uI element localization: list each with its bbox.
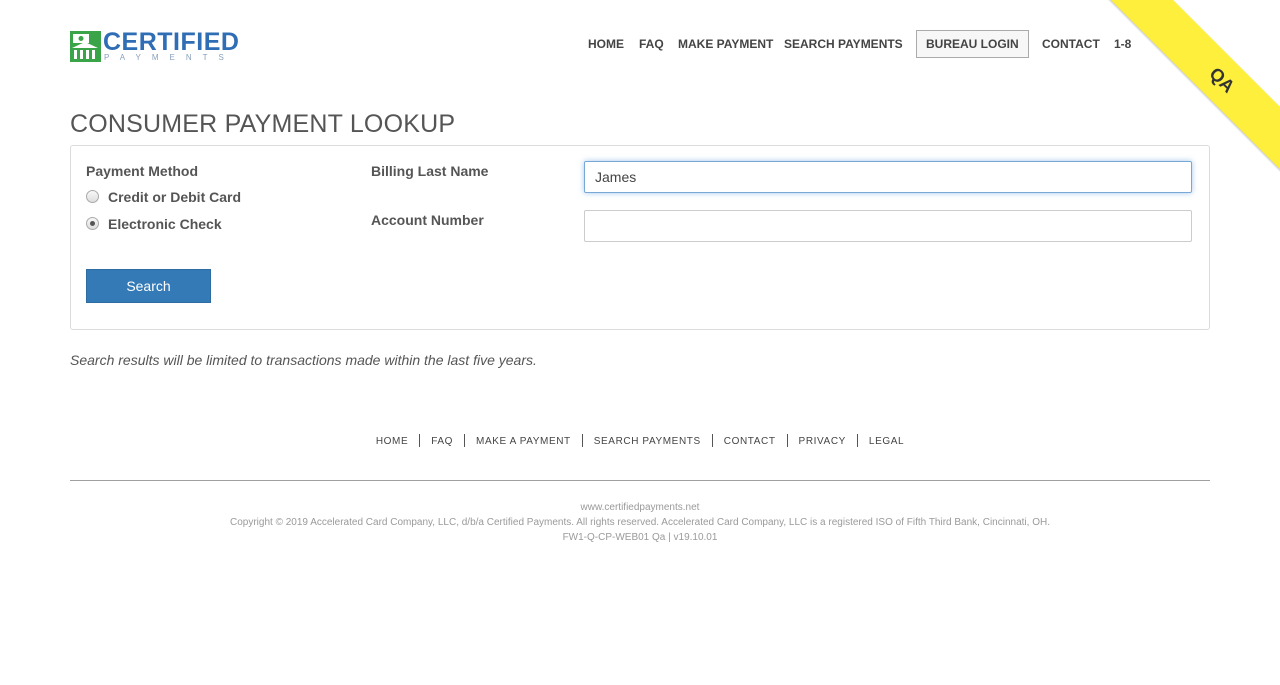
search-limit-note: Search results will be limited to transa… — [70, 352, 537, 368]
nav-search-payments[interactable]: SEARCH PAYMENTS — [784, 30, 903, 58]
page-title: CONSUMER PAYMENT LOOKUP — [70, 110, 456, 138]
footer-link-search-payments[interactable]: SEARCH PAYMENTS — [583, 436, 712, 447]
footer-link-home[interactable]: HOME — [365, 436, 419, 447]
footer-version: FW1-Q-CP-WEB01 Qa | v19.10.01 — [562, 532, 718, 543]
footer-divider — [70, 480, 1210, 481]
footer-navigation: HOME FAQ MAKE A PAYMENT SEARCH PAYMENTS CONT… — [0, 434, 1280, 447]
account-number-input[interactable] — [584, 210, 1192, 242]
billing-last-name-label: Billing Last Name — [371, 163, 489, 179]
radio-credit-card-label: Credit or Debit Card — [108, 189, 242, 205]
radio-electronic-check[interactable]: Electronic Check — [86, 216, 236, 235]
footer-link-legal[interactable]: LEGAL — [858, 436, 915, 447]
footer-copyright: Copyright © 2019 Accelerated Card Compan… — [230, 517, 1050, 528]
radio-electronic-check-label: Electronic Check — [108, 216, 222, 232]
nav-home[interactable]: HOME — [588, 30, 624, 58]
payment-method-label: Payment Method — [86, 163, 199, 179]
footer-link-privacy[interactable]: PRIVACY — [788, 436, 857, 447]
bureau-login-button[interactable]: BUREAU LOGIN — [916, 30, 1029, 58]
radio-credit-card[interactable]: Credit or Debit Card — [86, 189, 256, 208]
account-number-label: Account Number — [371, 212, 484, 228]
footer-link-contact[interactable]: CONTACT — [713, 436, 787, 447]
billing-last-name-input[interactable] — [584, 161, 1192, 193]
footer-link-make-payment[interactable]: MAKE A PAYMENT — [465, 436, 582, 447]
footer-link-faq[interactable]: FAQ — [420, 436, 464, 447]
radio-electronic-check-control[interactable] — [86, 217, 99, 230]
nav-make-payment[interactable]: MAKE PAYMENT — [678, 30, 773, 58]
search-button[interactable]: Search — [86, 269, 211, 303]
nav-faq[interactable]: FAQ — [639, 30, 664, 58]
lookup-form-panel: Payment Method Credit or Debit Card Elec… — [70, 145, 1210, 330]
radio-credit-card-control[interactable] — [86, 190, 99, 203]
footer-site-url: www.certifiedpayments.net — [580, 502, 700, 513]
